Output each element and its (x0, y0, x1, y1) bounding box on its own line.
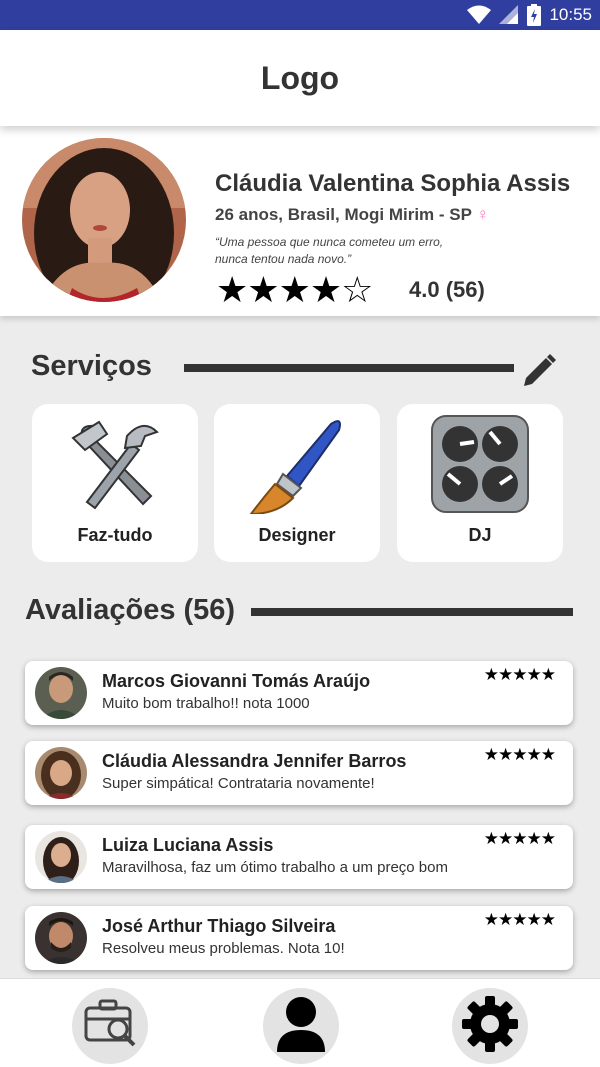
service-card-designer[interactable]: Designer (214, 404, 380, 562)
reviewer-name: Luiza Luciana Assis (102, 835, 274, 855)
gear-icon (458, 992, 522, 1061)
profile-card: Cláudia Valentina Sophia Assis 26 anos, … (0, 126, 600, 316)
profile-quote-line-1: “Uma pessoa que nunca cometeu um erro, (215, 235, 444, 249)
service-label: Faz-tudo (77, 525, 153, 545)
status-time: 10:55 (549, 5, 592, 24)
review-stars: ★★★★★ (483, 665, 556, 684)
nav-profile-button[interactable] (263, 988, 339, 1064)
star-icon: ★ (247, 269, 280, 310)
reviewer-avatar (35, 831, 87, 883)
services-divider (184, 364, 514, 372)
reviewer-name: Cláudia Alessandra Jennifer Barros (102, 751, 407, 771)
gender-female-icon: ♀ (476, 205, 490, 224)
star-icon: ★ (278, 269, 311, 310)
reviews-divider (251, 608, 573, 616)
review-text: Maravilhosa, faz um ótimo trabalho a um … (102, 859, 448, 876)
review-text: Resolveu meus problemas. Nota 10! (102, 940, 345, 957)
paintbrush-icon (247, 414, 347, 516)
profile-avatar[interactable] (22, 138, 186, 302)
reviewer-avatar (35, 747, 87, 799)
reviews-title: Avaliações (56) (25, 594, 236, 626)
review-stars: ★★★★★ (483, 745, 556, 764)
profile-details-text: 26 anos, Brasil, Mogi Mirim - SP (215, 205, 472, 224)
review-stars: ★★★★★ (483, 829, 556, 848)
service-label: DJ (468, 525, 492, 545)
bottom-navigation (0, 978, 600, 1067)
briefcase-search-icon (82, 999, 138, 1054)
review-text: Super simpática! Contrataria novamente! (102, 775, 375, 792)
profile-name: Cláudia Valentina Sophia Assis (215, 170, 571, 197)
review-card[interactable]: José Arthur Thiago Silveira Resolveu meu… (25, 906, 573, 970)
profile-quote: “Uma pessoa que nunca cometeu um erro, n… (215, 234, 485, 268)
logo: Logo (260, 59, 340, 96)
review-card[interactable]: Luiza Luciana Assis Maravilhosa, faz um … (25, 825, 573, 889)
nav-briefcase-search-button[interactable] (72, 988, 148, 1064)
signal-icon (499, 5, 519, 25)
service-label: Designer (258, 525, 336, 545)
star-outline-icon: ☆ (341, 269, 374, 310)
review-stars: ★★★★★ (483, 910, 556, 929)
profile-rating-stars: ★ ★ ★ ★ ☆ (216, 269, 374, 310)
service-card-dj[interactable]: DJ (397, 404, 563, 562)
services-title: Serviços (31, 350, 152, 382)
tools-icon (65, 414, 165, 514)
profile-quote-line-2: nunca tentou nada novo.” (215, 252, 352, 266)
service-card-faz-tudo[interactable]: Faz-tudo (32, 404, 198, 562)
review-card[interactable]: Marcos Giovanni Tomás Araújo Muito bom t… (25, 661, 573, 725)
review-card[interactable]: Cláudia Alessandra Jennifer Barros Super… (25, 741, 573, 805)
star-icon: ★ (309, 269, 343, 310)
reviewer-name: Marcos Giovanni Tomás Araújo (102, 671, 371, 691)
app-bar: Logo (0, 30, 600, 126)
status-bar: 10:55 (0, 0, 600, 30)
pencil-icon[interactable] (518, 352, 558, 392)
battery-charging-icon (527, 4, 542, 26)
user-icon (275, 994, 327, 1059)
wifi-icon (467, 5, 492, 25)
profile-details: 26 anos, Brasil, Mogi Mirim - SP ♀ (215, 205, 489, 225)
nav-settings-button[interactable] (452, 988, 528, 1064)
mixer-knobs-icon (430, 414, 530, 514)
star-icon: ★ (216, 269, 249, 310)
reviewer-avatar (35, 667, 87, 719)
reviewer-avatar (35, 912, 87, 964)
review-text: Muito bom trabalho!! nota 1000 (102, 695, 310, 712)
reviewer-name: José Arthur Thiago Silveira (102, 916, 336, 936)
profile-rating-text: 4.0 (56) (409, 277, 485, 302)
